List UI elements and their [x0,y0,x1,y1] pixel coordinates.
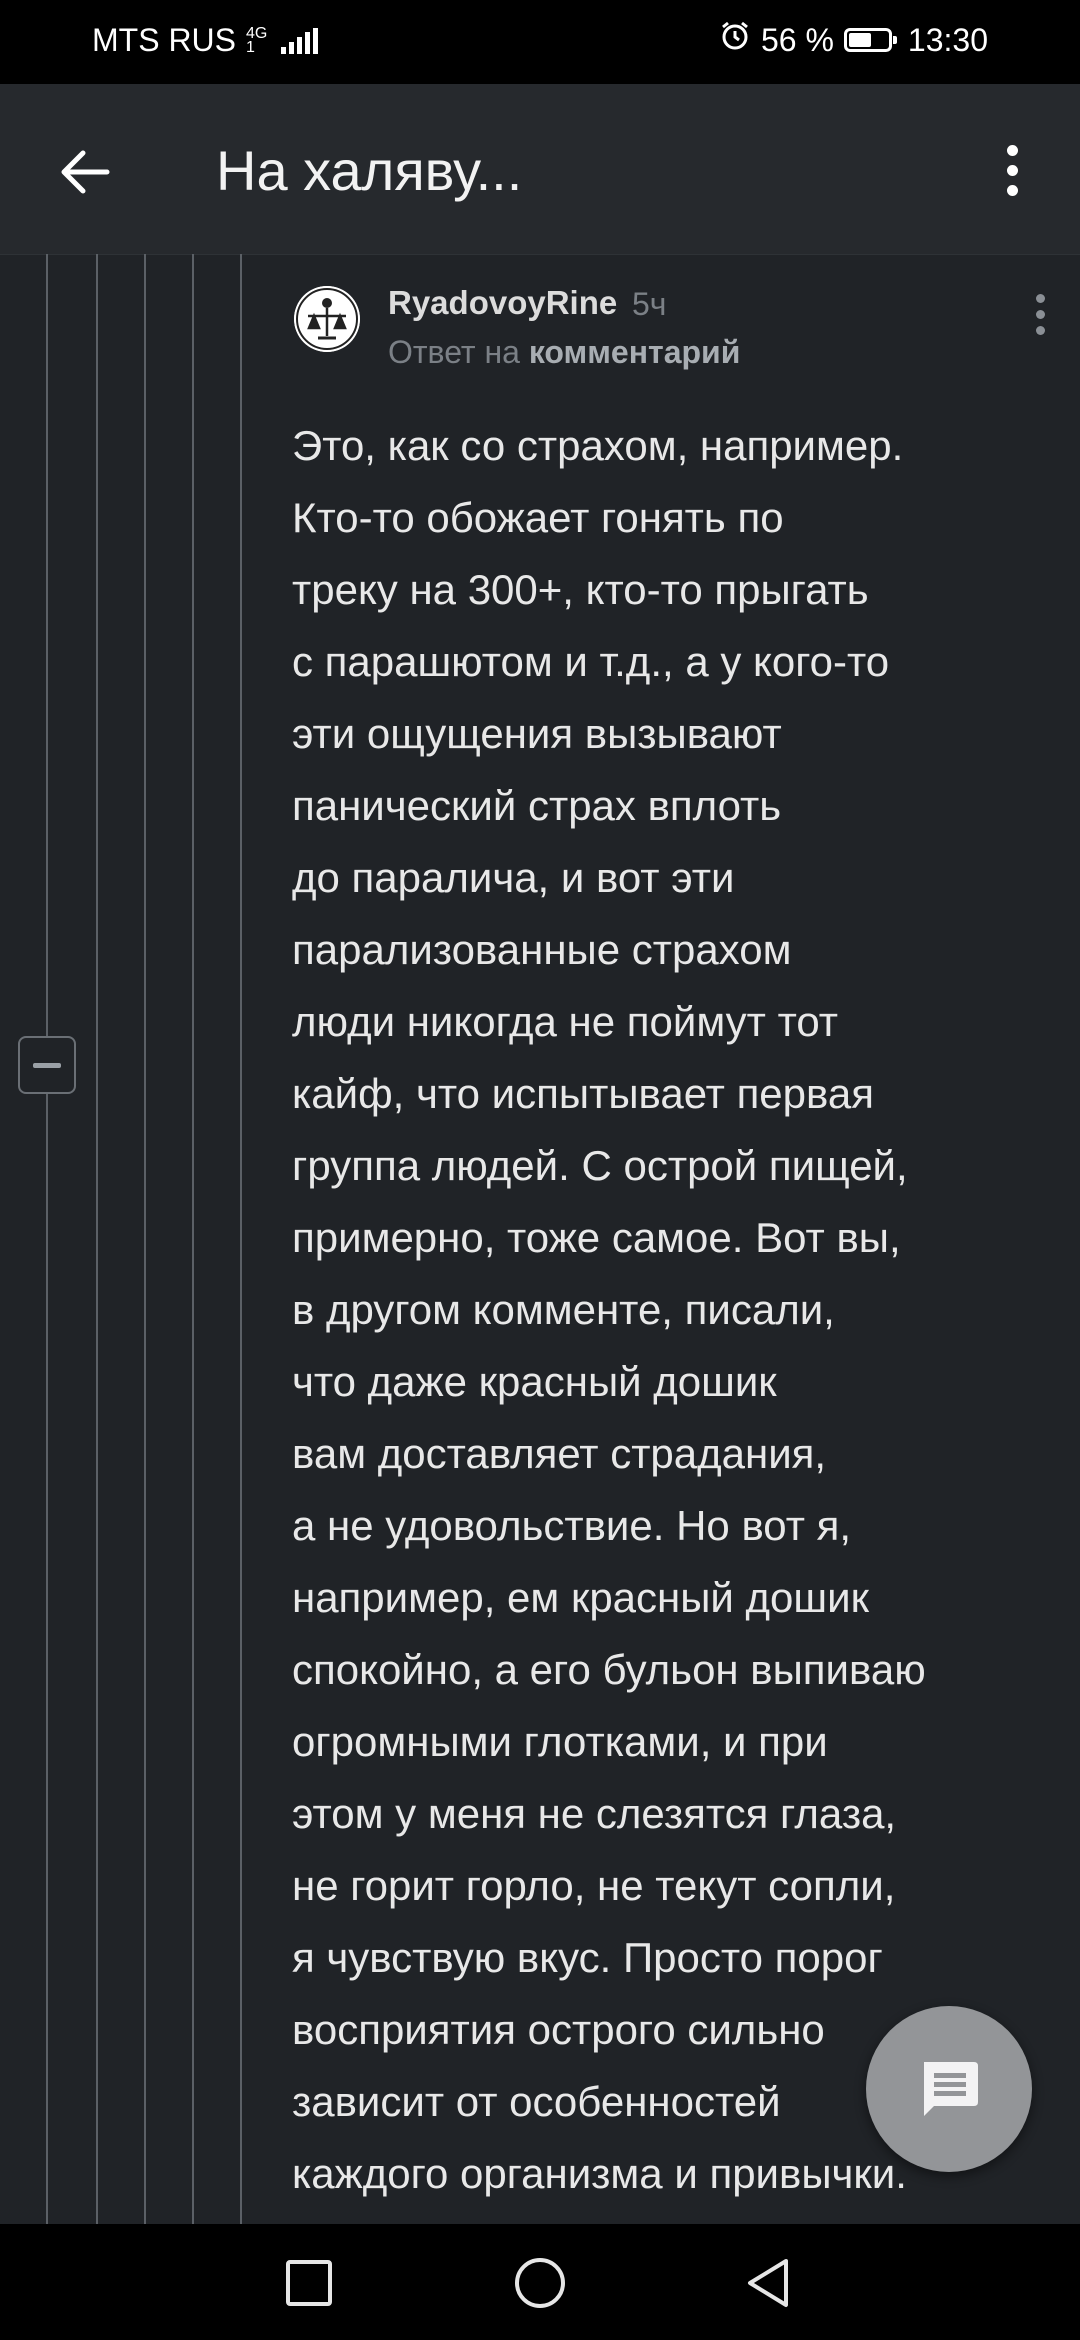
signal-icon [281,27,319,54]
square-recents-icon [286,2260,332,2306]
comment-line: с парашютом и т.д., а у кого-то [292,638,890,685]
thread-line[interactable] [46,254,48,2224]
comment-line: треку на 300+, кто-то прыгать [292,566,869,613]
page-title: На халяву... [216,139,523,202]
battery-level [848,33,872,47]
thread-line[interactable] [192,254,194,2224]
minus-icon [33,1062,61,1068]
system-back-button[interactable] [734,2248,804,2318]
status-left: MTS RUS 4G 1 [92,22,319,59]
avatar[interactable] [294,286,360,352]
collapse-thread-button[interactable] [18,1036,76,1094]
comment-line: например, ем красный дошик [292,1574,869,1621]
thread-line[interactable] [240,254,242,2224]
navigation-bar [0,2224,1080,2340]
comment-line: я чувствую вкус. Просто порог [292,1934,883,1981]
comment-line: кайф, что испытывает первая [292,1070,874,1117]
comment-line: в другом комменте, писали, [292,1286,835,1333]
comment-line: не горит горло, не текут сопли, [292,1862,896,1909]
comment-line: а не удовольствие. Но вот я, [292,1502,852,1549]
arrow-left-icon [61,150,110,194]
battery-percent: 56 % [760,21,834,58]
add-comment-button[interactable] [866,2006,1032,2172]
comment-line: люди никогда не поймут тот [292,998,839,1045]
comment-line: Кто-то обожает гонять по [292,494,784,541]
app-bar: На халяву... [0,84,1080,255]
comment-line: спокойно, а его бульон выпиваю [292,1646,926,1693]
network-sim-label: 1 [246,38,255,56]
comment-text: Это, как со страхом, например. Кто-то обо… [292,410,1052,2210]
comment-line: Это, как со страхом, например. [292,422,904,469]
alarm-icon [719,20,751,60]
status-bar: MTS RUS 4G 1 56 % 13:30 [0,0,1080,84]
carrier-name: MTS RUS [92,22,236,58]
status-right: 56 % 13:30 [719,20,988,60]
reply-target-link[interactable]: комментарий [529,334,741,370]
comment-line: панический страх вплоть [292,782,782,829]
comment-line: что даже красный дошик [292,1358,777,1405]
home-button[interactable] [505,2248,575,2318]
network-type: 4G 1 [246,25,267,56]
reply-info: Ответ на комментарий [388,334,740,371]
comment-line: этом у меня не слезятся глаза, [292,1790,897,1837]
reply-prefix: Ответ на [388,334,520,370]
comment-line: парализованные страхом [292,926,792,973]
battery-icon [843,28,897,52]
thread-line[interactable] [144,254,146,2224]
comment-line: эти ощущения вызывают [292,710,782,757]
more-vertical-icon [1006,144,1018,156]
thread-line[interactable] [96,254,98,2224]
recents-button[interactable] [274,2248,344,2318]
comment-icon [924,2062,978,2116]
back-button[interactable] [52,140,116,204]
comment-time: 5ч [632,286,667,322]
more-vertical-icon [1035,294,1045,303]
comment-line: группа людей. С острой пищей, [292,1142,908,1189]
comment-author[interactable]: RyadovoyRine [388,284,617,322]
comment-line: примерно, тоже самое. Вот вы, [292,1214,901,1261]
more-options-button[interactable] [992,138,1032,202]
clock: 13:30 [907,21,988,58]
comment-line: огромными глотками, и при [292,1718,828,1765]
comment-line: вам доставляет страдания, [292,1430,827,1477]
comment-line: до паралича, и вот эти [292,854,735,901]
triangle-back-icon [748,2259,788,2307]
comment-more-button[interactable] [1030,294,1050,335]
circle-home-icon [515,2258,565,2308]
